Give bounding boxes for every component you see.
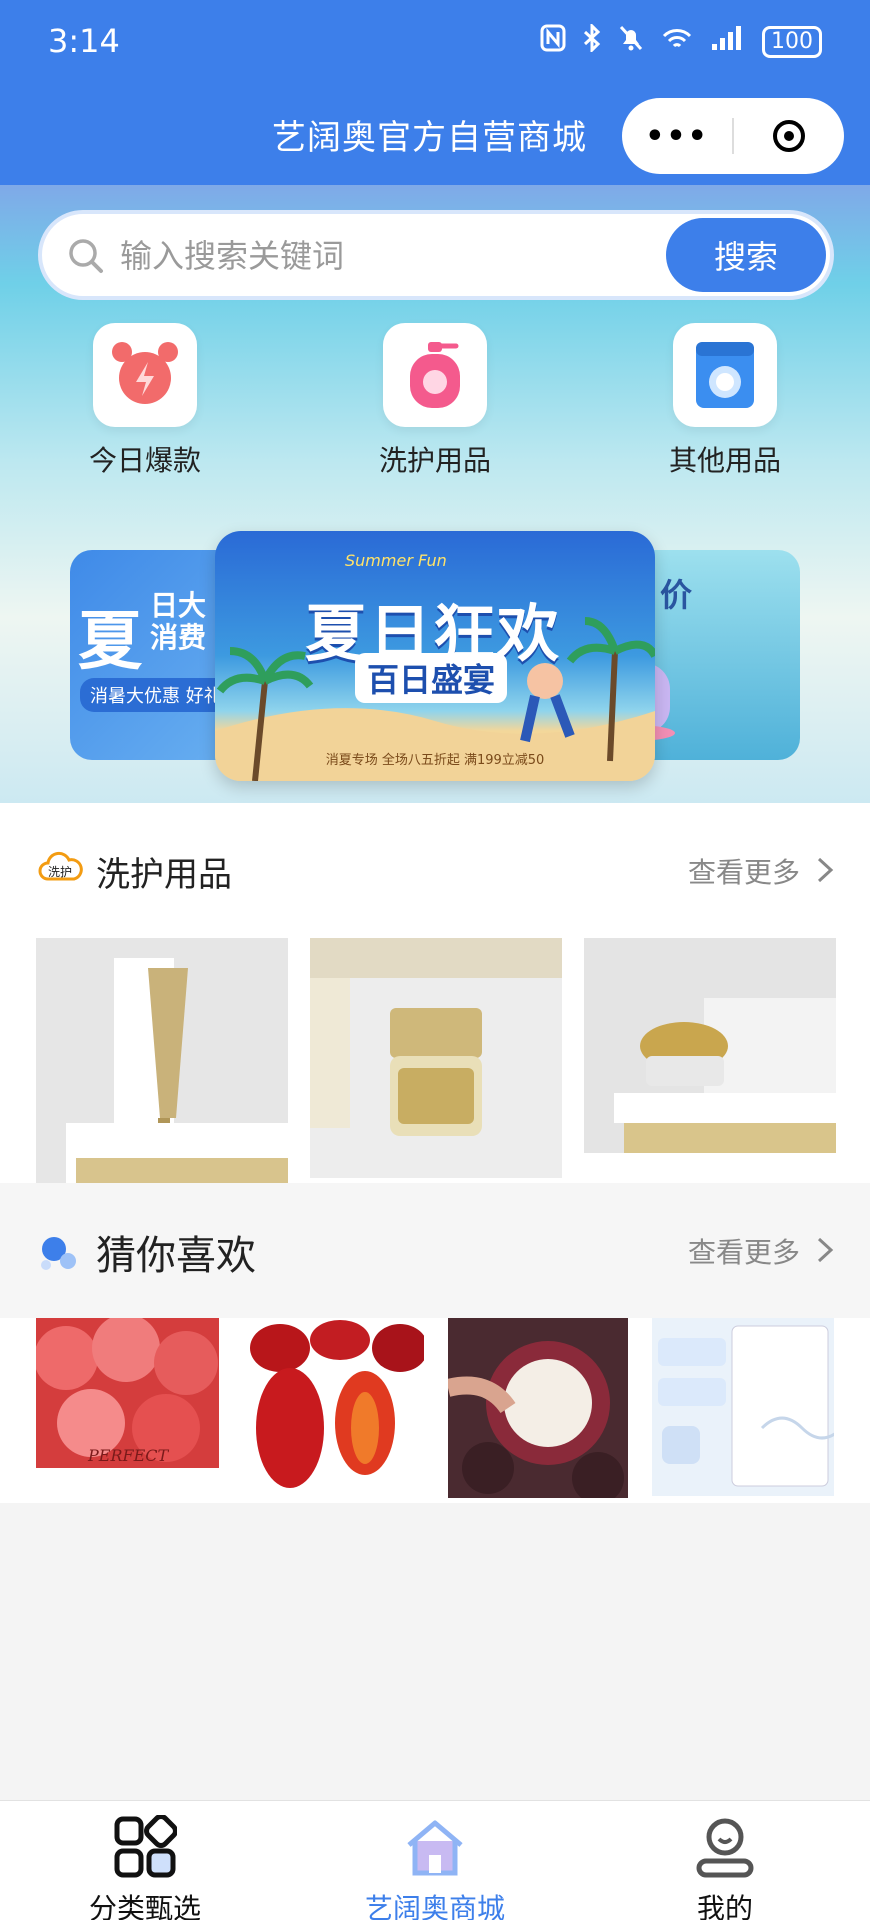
banner-main-subtitle: 百日盛宴 — [355, 653, 508, 703]
red-dates-image — [240, 1318, 424, 1498]
product-tube-image — [36, 938, 288, 1183]
search-button[interactable]: 搜索 — [666, 218, 826, 292]
section-header: 洗护 洗护用品 查看更多 — [0, 803, 870, 938]
face-mask-image — [652, 1318, 834, 1496]
product-card[interactable] — [652, 1318, 834, 1496]
status-time: 3:14 — [48, 22, 120, 60]
product-card[interactable] — [584, 938, 836, 1153]
product-card[interactable] — [36, 938, 288, 1183]
bubbles-icon — [38, 1231, 78, 1275]
wifi-icon — [660, 24, 694, 59]
alarm-clock-icon — [93, 323, 197, 427]
mute-bell-icon — [618, 24, 644, 59]
hero-area: 搜索 今日爆款 洗护用品 其他用品 夏 日大 消费 消暑大优惠 好礼 价 — [0, 185, 870, 803]
miniapp-capsule: ••• — [622, 98, 844, 174]
bottom-tab-bar: 分类甄选 艺阔奥商城 我的 — [0, 1800, 870, 1920]
search-bar: 搜索 — [38, 210, 834, 300]
mangosteen-image — [448, 1318, 628, 1498]
care-cloud-icon: 洗护 — [38, 851, 84, 887]
category-label: 其他用品 — [668, 444, 781, 477]
washing-machine-icon — [673, 323, 777, 427]
search-input[interactable] — [120, 232, 680, 280]
banner-left-small-text: 日大 消费 — [150, 589, 207, 654]
banner-main-promo: 消夏专场 全场八五折起 满199立减50 — [325, 753, 545, 768]
category-label: 今日爆款 — [88, 444, 201, 477]
section-care-products: 洗护 洗护用品 查看更多 — [0, 803, 870, 1183]
tab-label: 我的 — [696, 1892, 753, 1920]
user-profile-icon — [625, 1815, 825, 1879]
tab-my-profile[interactable]: 我的 — [625, 1815, 825, 1920]
home-icon — [335, 1815, 535, 1879]
category-care-products[interactable]: 洗护用品 — [350, 323, 520, 479]
tab-label: 分类甄选 — [88, 1892, 201, 1920]
target-icon — [773, 120, 805, 152]
more-options-button[interactable]: ••• — [622, 119, 732, 154]
banner-left-big-text: 夏 — [78, 605, 142, 679]
section-header: 猜你喜欢 查看更多 — [0, 1183, 870, 1318]
svg-text:洗护: 洗护 — [48, 865, 72, 879]
header: 3:14 100 艺阔奥官方自营商城 ••• — [0, 0, 870, 185]
view-more-link[interactable]: 查看更多 — [688, 851, 800, 891]
search-icon — [69, 239, 103, 273]
lotion-bottle-icon — [383, 323, 487, 427]
banner-main-badge: Summer Fun — [345, 551, 447, 570]
status-icons: 100 — [540, 22, 822, 59]
banner-slide-main[interactable]: Summer Fun 夏日狂欢 百日盛宴 消夏专场 全场八五折起 满199立减5… — [215, 531, 655, 781]
tab-categories[interactable]: 分类甄选 — [45, 1815, 245, 1920]
category-other-products[interactable]: 其他用品 — [640, 323, 810, 479]
category-hot-today[interactable]: 今日爆款 — [60, 323, 230, 479]
grid-categories-icon — [45, 1815, 245, 1879]
nfc-icon — [540, 24, 566, 59]
section-title: 猜你喜欢 — [96, 1233, 256, 1279]
product-card[interactable] — [240, 1318, 424, 1498]
bluetooth-icon — [582, 22, 602, 59]
category-row: 今日爆款 洗护用品 其他用品 — [0, 323, 870, 477]
section-title: 洗护用品 — [96, 855, 232, 895]
chevron-right-icon[interactable] — [814, 1235, 836, 1265]
product-card[interactable] — [310, 938, 562, 1178]
product-gold-jar-image — [584, 938, 836, 1153]
banner-right-text: 价 — [660, 576, 693, 614]
tab-label: 艺阔奥商城 — [364, 1892, 505, 1920]
banner-left-tag: 消暑大优惠 好礼 — [80, 678, 232, 712]
product-cream-jar-image — [310, 938, 562, 1178]
view-more-link[interactable]: 查看更多 — [688, 1231, 800, 1271]
product-card[interactable]: PERFECT — [36, 1318, 219, 1498]
page-title: 艺阔奥官方自营商城 — [272, 118, 587, 158]
close-miniapp-button[interactable] — [734, 120, 844, 152]
peach-caption: PERFECT — [88, 1446, 169, 1465]
battery-indicator: 100 — [762, 25, 822, 58]
tab-home-mall[interactable]: 艺阔奥商城 — [335, 1815, 535, 1920]
cellular-signal-icon — [710, 24, 746, 59]
section-recommendations: 猜你喜欢 查看更多 PERFECT — [0, 1183, 870, 1503]
category-label: 洗护用品 — [378, 444, 491, 477]
product-card[interactable] — [448, 1318, 628, 1498]
chevron-right-icon[interactable] — [814, 855, 836, 885]
